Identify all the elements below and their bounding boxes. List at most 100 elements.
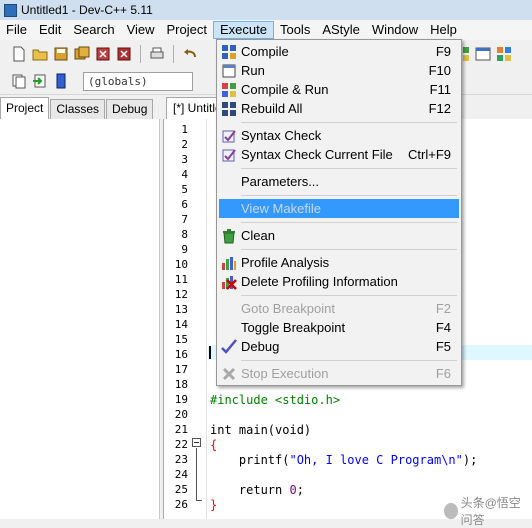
code-line-21: int main(void) bbox=[210, 423, 312, 437]
menu-item-toggle-breakpoint[interactable]: Toggle Breakpoint F4 bbox=[219, 318, 459, 337]
menu-item-syntax-check[interactable]: Syntax Check bbox=[219, 126, 459, 145]
menu-item-view-makefile[interactable]: View Makefile bbox=[219, 199, 459, 218]
menu-separator bbox=[241, 222, 457, 223]
undo-icon[interactable] bbox=[181, 45, 199, 63]
title-bar: Untitled1 - Dev-C++ 5.11 bbox=[0, 0, 532, 20]
compile-run-icon bbox=[219, 80, 239, 99]
tab-classes[interactable]: Classes bbox=[50, 99, 106, 119]
close-file-icon[interactable] bbox=[94, 45, 112, 63]
menu-separator bbox=[241, 195, 457, 196]
syntax-check-file-icon bbox=[219, 145, 239, 164]
line-number-gutter: 1 2 3 4 5 6 7 8 9 10 11 12 13 14 15 16 1… bbox=[164, 119, 207, 519]
menu-window[interactable]: Window bbox=[366, 21, 424, 39]
app-icon bbox=[4, 3, 17, 17]
fold-collapse-icon[interactable] bbox=[192, 438, 201, 447]
menu-item-run[interactable]: Run F10 bbox=[219, 61, 459, 80]
line-number: 17 bbox=[174, 363, 188, 376]
menu-edit[interactable]: Edit bbox=[33, 21, 67, 39]
stop-execution-icon bbox=[219, 364, 239, 383]
fold-guide-end bbox=[196, 500, 202, 501]
side-panel-tabs: Project Classes Debug bbox=[0, 97, 160, 119]
insert-icon[interactable] bbox=[31, 72, 49, 90]
line-number: 18 bbox=[174, 378, 188, 391]
menu-item-label: Delete Profiling Information bbox=[241, 274, 398, 289]
menu-item-compile[interactable]: Compile F9 bbox=[219, 42, 459, 61]
syntax-check-icon bbox=[219, 126, 239, 145]
window-title: Untitled1 - Dev-C++ 5.11 bbox=[21, 3, 153, 17]
menu-item-compile-run[interactable]: Compile & Run F11 bbox=[219, 80, 459, 99]
toolbar-separator bbox=[173, 45, 174, 63]
menu-item-syntax-check-file[interactable]: Syntax Check Current File Ctrl+F9 bbox=[219, 145, 459, 164]
menu-item-stop-execution[interactable]: Stop Execution F6 bbox=[219, 364, 459, 383]
layout-icon[interactable] bbox=[495, 45, 513, 63]
line-number: 14 bbox=[174, 318, 188, 331]
code-token-return: return bbox=[210, 483, 290, 497]
menu-item-debug[interactable]: Debug F5 bbox=[219, 337, 459, 356]
menu-item-rebuild-all[interactable]: Rebuild All F12 bbox=[219, 99, 459, 118]
menu-search[interactable]: Search bbox=[67, 21, 120, 39]
text-caret bbox=[209, 346, 211, 359]
code-token-punct: ; bbox=[296, 483, 304, 497]
menu-item-delete-profiling[interactable]: Delete Profiling Information bbox=[219, 272, 459, 291]
menu-item-shortcut: F10 bbox=[428, 63, 451, 78]
code-token-number: 0 bbox=[289, 483, 297, 497]
class-browser-icon[interactable] bbox=[10, 72, 28, 90]
line-number: 2 bbox=[181, 138, 188, 151]
menu-item-shortcut: F9 bbox=[435, 44, 451, 59]
line-number: 25 bbox=[174, 483, 188, 496]
line-number: 26 bbox=[174, 498, 188, 511]
menu-separator bbox=[241, 249, 457, 250]
code-token-punct: ); bbox=[462, 453, 478, 467]
menu-item-goto-breakpoint[interactable]: Goto Breakpoint F2 bbox=[219, 299, 459, 318]
save-icon[interactable] bbox=[52, 45, 70, 63]
line-number: 3 bbox=[181, 153, 188, 166]
line-number: 7 bbox=[181, 213, 188, 226]
tab-debug[interactable]: Debug bbox=[106, 99, 154, 119]
menu-execute[interactable]: Execute bbox=[212, 21, 274, 39]
menu-astyle[interactable]: AStyle bbox=[316, 21, 366, 39]
execute-menu: Compile F9 Run F10 Compile & Run F11 Reb… bbox=[216, 39, 462, 386]
line-number: 16 bbox=[174, 348, 188, 361]
line-number: 1 bbox=[181, 123, 188, 136]
clean-icon bbox=[219, 226, 239, 245]
menu-item-shortcut: F12 bbox=[428, 101, 451, 116]
close-all-icon[interactable] bbox=[115, 45, 133, 63]
line-number: 12 bbox=[174, 288, 188, 301]
menu-separator bbox=[241, 122, 457, 123]
delete-profiling-icon bbox=[219, 272, 239, 291]
watermark: 头条@悟空问答 bbox=[444, 494, 532, 528]
menu-item-shortcut: F6 bbox=[435, 366, 451, 381]
menu-item-parameters[interactable]: Parameters... bbox=[219, 172, 459, 191]
menu-item-shortcut: F2 bbox=[435, 301, 451, 316]
line-number: 21 bbox=[174, 423, 188, 436]
print-icon[interactable] bbox=[148, 45, 166, 63]
menu-item-label: Stop Execution bbox=[241, 366, 329, 381]
menu-separator bbox=[241, 360, 457, 361]
bookmark-icon[interactable] bbox=[52, 72, 70, 90]
line-number: 22 bbox=[174, 438, 188, 451]
menu-help[interactable]: Help bbox=[424, 21, 463, 39]
line-number: 9 bbox=[181, 243, 188, 256]
menu-item-label: Parameters... bbox=[241, 174, 320, 189]
menu-item-label: Rebuild All bbox=[241, 101, 303, 116]
run-icon bbox=[219, 61, 239, 80]
window-icon[interactable] bbox=[474, 45, 492, 63]
menu-tools[interactable]: Tools bbox=[274, 21, 316, 39]
menu-item-label: Profile Analysis bbox=[241, 255, 330, 270]
menu-bar: File Edit Search View Project Execute To… bbox=[0, 20, 532, 40]
open-file-icon[interactable] bbox=[31, 45, 49, 63]
menu-item-clean[interactable]: Clean bbox=[219, 226, 459, 245]
code-line-22: { bbox=[210, 438, 218, 452]
save-all-icon[interactable] bbox=[73, 45, 91, 63]
new-file-icon[interactable] bbox=[10, 45, 28, 63]
menu-project[interactable]: Project bbox=[161, 21, 213, 39]
line-number: 4 bbox=[181, 168, 188, 181]
menu-item-label: Compile bbox=[241, 44, 289, 59]
menu-file[interactable]: File bbox=[0, 21, 33, 39]
menu-view[interactable]: View bbox=[121, 21, 161, 39]
scope-selector[interactable]: (globals) bbox=[83, 71, 193, 91]
tab-project[interactable]: Project bbox=[0, 97, 50, 119]
code-token-call: printf( bbox=[210, 453, 290, 467]
menu-item-profile-analysis[interactable]: Profile Analysis bbox=[219, 253, 459, 272]
line-number: 8 bbox=[181, 228, 188, 241]
